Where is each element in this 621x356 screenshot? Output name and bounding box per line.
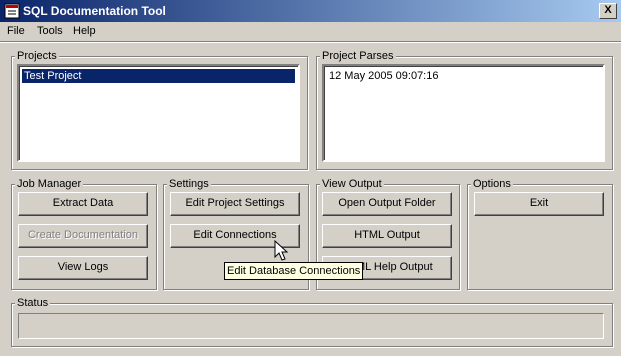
menu-file[interactable]: File xyxy=(7,25,25,37)
mouse-cursor-icon xyxy=(274,240,289,261)
tooltip: Edit Database Connections xyxy=(224,262,364,280)
close-button[interactable]: X xyxy=(599,3,617,19)
job-manager-label: Job Manager xyxy=(15,177,84,191)
project-parses-label: Project Parses xyxy=(320,49,396,63)
project-parses-list[interactable]: 12 May 2005 09:07:16 xyxy=(322,64,605,162)
html-output-button[interactable]: HTML Output xyxy=(322,224,452,248)
app-icon xyxy=(4,3,20,19)
parse-item[interactable]: 12 May 2005 09:07:16 xyxy=(327,69,440,83)
create-documentation-button[interactable]: Create Documentation xyxy=(18,224,148,248)
projects-label: Projects xyxy=(15,49,59,63)
edit-project-settings-button[interactable]: Edit Project Settings xyxy=(170,192,300,216)
status-label: Status xyxy=(15,296,51,310)
project-item[interactable]: Test Project xyxy=(21,68,296,84)
extract-data-button[interactable]: Extract Data xyxy=(18,192,148,216)
projects-list[interactable]: Test Project xyxy=(17,64,300,162)
view-output-label: View Output xyxy=(320,177,384,191)
menu-separator xyxy=(0,41,621,43)
menu-tools[interactable]: Tools xyxy=(37,25,63,37)
view-logs-button[interactable]: View Logs xyxy=(18,256,148,280)
menu-help[interactable]: Help xyxy=(73,25,96,37)
exit-button[interactable]: Exit xyxy=(474,192,604,216)
menu-bar: File Tools Help xyxy=(0,22,621,41)
status-field xyxy=(18,313,604,339)
options-label: Options xyxy=(471,177,513,191)
title-bar: SQL Documentation Tool X xyxy=(0,0,621,22)
settings-label: Settings xyxy=(167,177,211,191)
open-output-folder-button[interactable]: Open Output Folder xyxy=(322,192,452,216)
window-title: SQL Documentation Tool xyxy=(23,4,166,18)
